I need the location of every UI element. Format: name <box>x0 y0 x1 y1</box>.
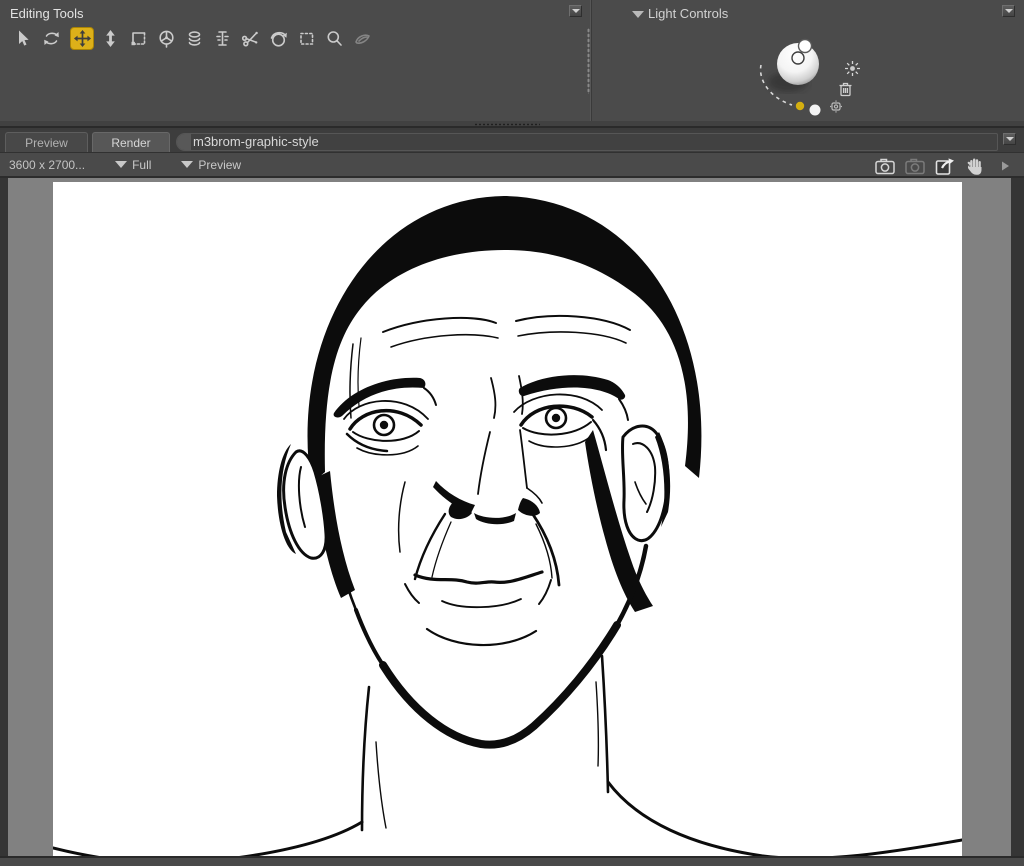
translate-tool-button[interactable] <box>70 27 94 50</box>
sun-icon[interactable] <box>844 60 861 82</box>
scope-dropdown[interactable]: Full <box>115 158 151 172</box>
smudge-tool-button <box>353 28 372 48</box>
render-canvas <box>53 182 962 856</box>
camera-button[interactable] <box>872 155 898 177</box>
splitter-drag-handle[interactable] <box>474 123 540 126</box>
light-fixture-icon[interactable] <box>829 100 843 118</box>
frame-selection-tool-button[interactable] <box>129 28 148 48</box>
render-toolbar-actions <box>868 153 1018 179</box>
light-dot-selected[interactable] <box>796 102 804 110</box>
node-selection-tool-button[interactable] <box>14 28 33 48</box>
editing-tools-toolbar <box>14 25 381 51</box>
dropdown-triangle-icon <box>181 161 193 168</box>
app-window: Editing Tools <box>0 0 1024 866</box>
joint-cutter-icon <box>241 29 260 48</box>
camera-disabled-button <box>902 155 928 177</box>
light-controls-title: Light Controls <box>648 6 728 21</box>
column-icon <box>213 29 232 48</box>
bottom-status-bar <box>0 856 1024 866</box>
move-arrows-icon <box>73 29 92 48</box>
light-dot[interactable] <box>810 105 821 116</box>
light-controls-menu-button[interactable] <box>1002 5 1015 17</box>
viewport-tab-bar: Preview Render m3brom-graphic-style <box>0 130 1024 152</box>
column-tool-button[interactable] <box>213 28 232 48</box>
tab-preview[interactable]: Preview <box>5 132 88 152</box>
render-dimensions-label: 3600 x 2700... <box>9 158 85 172</box>
frame-icon <box>129 29 148 48</box>
pivot-wheel-icon <box>157 29 176 48</box>
magnifier-icon <box>325 29 344 48</box>
scale-arrow-icon <box>101 29 120 48</box>
region-marquee-tool-button[interactable] <box>297 28 316 48</box>
surface-stack-tool-button[interactable] <box>185 28 204 48</box>
editing-tools-title: Editing Tools <box>10 6 83 21</box>
expand-arrow-button[interactable] <box>992 155 1018 177</box>
mode-dropdown[interactable]: Preview <box>181 158 241 172</box>
editing-tools-menu-button[interactable] <box>569 5 582 17</box>
hand-tool-button[interactable] <box>962 155 988 177</box>
light-controls-panel: Light Controls <box>592 0 1024 121</box>
marquee-icon <box>297 29 316 48</box>
chevron-down-icon <box>1005 9 1013 13</box>
delete-light-icon[interactable] <box>838 81 853 102</box>
collapse-triangle-icon[interactable] <box>632 11 644 18</box>
scale-tool-button[interactable] <box>101 28 120 48</box>
joint-cutter-tool-button[interactable] <box>241 28 260 48</box>
render-viewport[interactable] <box>0 178 1024 866</box>
top-panel-group: Editing Tools <box>0 0 1024 121</box>
sphere-swoosh-icon <box>269 29 288 48</box>
rotate-tool-button[interactable] <box>42 28 61 48</box>
rotate-icon <box>42 29 61 48</box>
cursor-arrow-icon <box>14 29 33 48</box>
smudge-icon <box>353 29 372 48</box>
surface-stack-icon <box>185 29 204 48</box>
light-handle-top[interactable] <box>799 40 812 53</box>
pivot-wheel-tool-button[interactable] <box>157 28 176 48</box>
chevron-down-icon <box>572 9 580 13</box>
editing-tools-panel: Editing Tools <box>0 0 592 121</box>
export-button[interactable] <box>932 155 958 177</box>
chevron-down-icon <box>1006 137 1014 141</box>
face-line-art-drawing <box>53 182 962 856</box>
render-name-field[interactable]: m3brom-graphic-style <box>176 133 998 151</box>
horizontal-splitter[interactable] <box>0 121 1024 128</box>
panel-divider-grip[interactable] <box>587 28 590 94</box>
mode-dropdown-value: Preview <box>198 158 241 172</box>
dropdown-triangle-icon <box>115 161 127 168</box>
scope-dropdown-value: Full <box>132 158 151 172</box>
tab-bar-menu-button[interactable] <box>1003 133 1016 145</box>
magnifier-tool-button[interactable] <box>325 28 344 48</box>
render-toolbar: 3600 x 2700... Full Preview <box>0 152 1024 178</box>
geometry-sphere-tool-button[interactable] <box>269 28 288 48</box>
tab-render[interactable]: Render <box>92 132 170 152</box>
viewport-background <box>8 178 1011 856</box>
